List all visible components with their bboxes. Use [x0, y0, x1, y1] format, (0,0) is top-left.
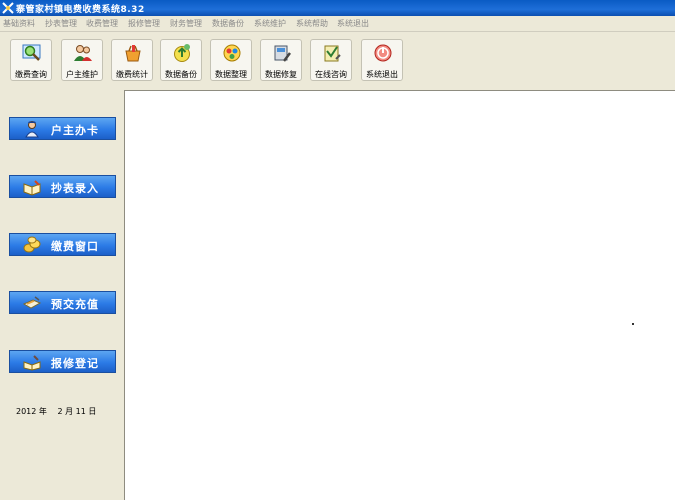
sidebar-label: 报修登记 [51, 357, 99, 370]
payment-statistics-button[interactable]: 缴费统计 [111, 39, 153, 81]
window-title: 寨管家村镇电费收费系统8.32 [16, 5, 145, 15]
tool-label: 户主维护 [66, 70, 98, 79]
current-date: 2012 年 2 月 11 日 [16, 407, 97, 416]
menu-basic-data[interactable]: 基础资料 [3, 18, 35, 29]
menu-charge[interactable]: 收费管理 [86, 18, 118, 29]
system-exit-button[interactable]: 系统退出 [361, 39, 403, 81]
card-icon [23, 296, 41, 309]
magnifier-icon [22, 44, 41, 61]
menu-help[interactable]: 系统帮助 [296, 18, 328, 29]
tool-label: 缴费查询 [15, 70, 47, 79]
menu-bar: 基础资料 抄表管理 收费管理 报修管理 财务管理 数据备份 系统维护 系统帮助 … [0, 16, 675, 32]
repair-register-button[interactable]: 报修登记 [9, 350, 116, 373]
users-icon [74, 45, 92, 61]
payment-query-button[interactable]: 缴费查询 [10, 39, 52, 81]
toolbar: 缴费查询 户主维护 缴费统计 数据备份 数据整理 数据修复 在线咨询 系统退出 [0, 32, 675, 88]
stray-dot [632, 323, 634, 325]
person-icon [25, 121, 39, 138]
prepay-recharge-button[interactable]: 预交充值 [9, 291, 116, 314]
menu-backup[interactable]: 数据备份 [212, 18, 244, 29]
backup-icon [174, 44, 190, 62]
repair-icon [274, 45, 291, 62]
sidebar-label: 预交充值 [51, 298, 99, 311]
payment-window-button[interactable]: 缴费窗口 [9, 233, 116, 256]
sidebar: 户主办卡 抄表录入 缴费窗口 预交充值 报修登记 2012 年 2 月 11 日 [0, 90, 124, 500]
main-content-area[interactable] [124, 90, 675, 500]
data-organize-button[interactable]: 数据整理 [210, 39, 252, 81]
tool-label: 数据修复 [265, 70, 297, 79]
online-consult-button[interactable]: 在线咨询 [310, 39, 352, 81]
crossed-tools-icon [2, 2, 14, 14]
sidebar-label: 缴费窗口 [51, 240, 99, 253]
meter-entry-button[interactable]: 抄表录入 [9, 175, 116, 198]
title-bar: 寨管家村镇电费收费系统8.32 [0, 0, 675, 16]
tool-label: 数据备份 [165, 70, 197, 79]
tool-label: 缴费统计 [116, 70, 148, 79]
basket-icon [125, 45, 141, 62]
sidebar-label: 户主办卡 [51, 124, 99, 137]
menu-repair[interactable]: 报修管理 [128, 18, 160, 29]
data-repair-button[interactable]: 数据修复 [260, 39, 302, 81]
menu-maintenance[interactable]: 系统维护 [254, 18, 286, 29]
owner-maintenance-button[interactable]: 户主维护 [61, 39, 103, 81]
consult-icon [324, 45, 341, 62]
coins-icon [23, 236, 41, 253]
menu-finance[interactable]: 财务管理 [170, 18, 202, 29]
menu-exit[interactable]: 系统退出 [337, 18, 369, 29]
tool-label: 在线咨询 [315, 70, 347, 79]
register-icon [23, 355, 41, 371]
menu-meter[interactable]: 抄表管理 [45, 18, 77, 29]
tool-label: 数据整理 [215, 70, 247, 79]
tool-label: 系统退出 [366, 70, 398, 79]
owner-card-button[interactable]: 户主办卡 [9, 117, 116, 140]
power-icon [374, 44, 392, 62]
sidebar-label: 抄表录入 [51, 182, 99, 195]
organize-icon [223, 44, 241, 62]
data-backup-button[interactable]: 数据备份 [160, 39, 202, 81]
book-icon [23, 180, 41, 196]
